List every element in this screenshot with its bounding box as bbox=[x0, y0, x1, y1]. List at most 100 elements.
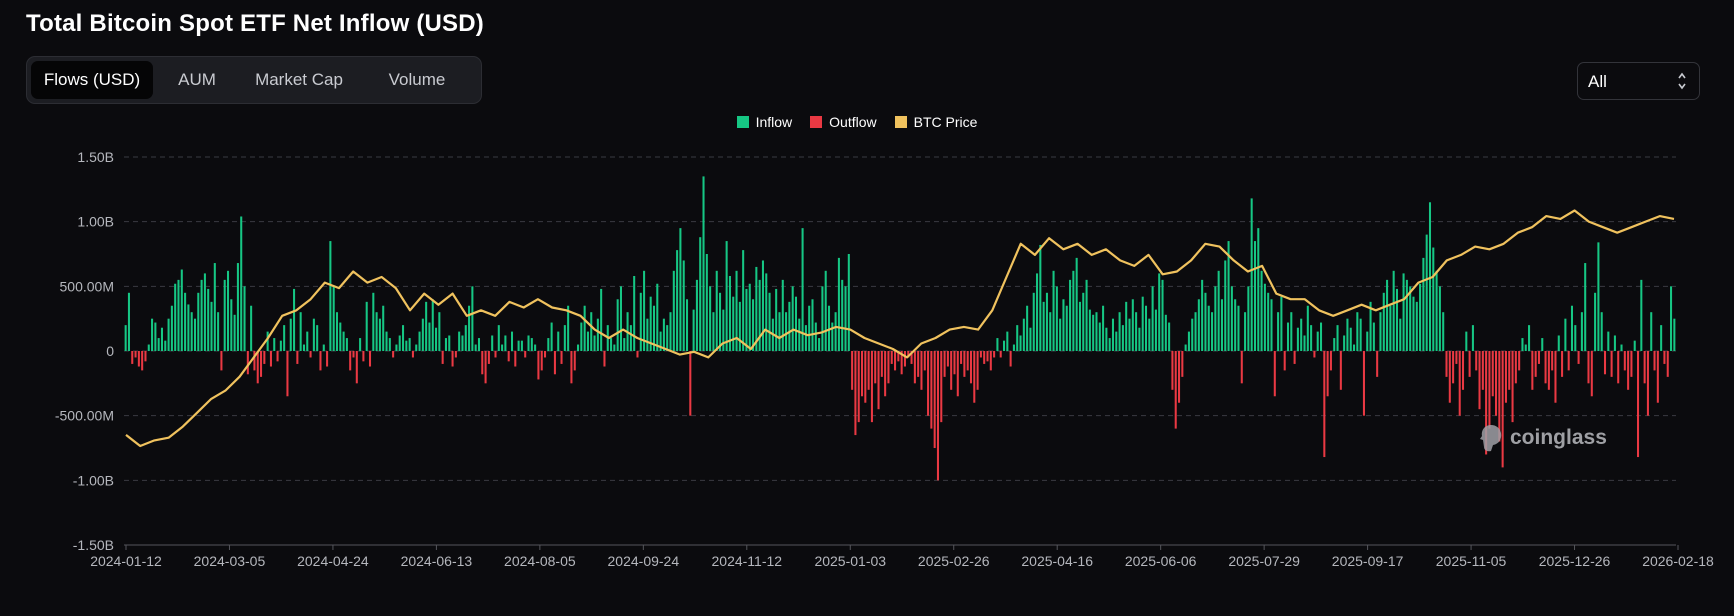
inflow-bar bbox=[415, 344, 418, 351]
inflow-bar bbox=[821, 286, 824, 351]
outflow-bar bbox=[851, 351, 854, 390]
inflow-bar bbox=[742, 250, 745, 351]
inflow-bar bbox=[666, 325, 669, 351]
inflow-bar bbox=[1306, 305, 1309, 351]
outflow-bar bbox=[1547, 351, 1550, 390]
inflow-bar bbox=[1280, 296, 1283, 351]
outflow-bar bbox=[1567, 351, 1570, 371]
inflow-bar bbox=[428, 322, 431, 351]
inflow-bar bbox=[147, 344, 150, 351]
outflow-bar bbox=[1504, 351, 1507, 403]
outflow-bar bbox=[326, 351, 329, 367]
outflow-bar bbox=[144, 351, 147, 362]
inflow-bar bbox=[682, 260, 685, 351]
inflow-bar bbox=[1650, 312, 1653, 351]
outflow-bar bbox=[296, 351, 299, 364]
x-tick-label: 2024-03-05 bbox=[194, 553, 266, 569]
inflow-bar bbox=[1346, 318, 1349, 351]
inflow-bar bbox=[1564, 318, 1567, 351]
inflow-bar bbox=[590, 312, 593, 351]
inflow-bar bbox=[306, 331, 309, 351]
inflow-bar bbox=[316, 325, 319, 351]
inflow-bar bbox=[164, 340, 167, 351]
outflow-bar bbox=[1663, 351, 1666, 364]
outflow-bar bbox=[514, 351, 517, 367]
inflow-bar bbox=[283, 325, 286, 351]
outflow-bar bbox=[933, 351, 936, 448]
inflow-bar bbox=[791, 286, 794, 351]
outflow-bar bbox=[1587, 351, 1590, 384]
inflow-bar bbox=[1131, 299, 1134, 351]
outflow-bar bbox=[943, 351, 946, 377]
x-tick-label: 2024-08-05 bbox=[504, 553, 576, 569]
outflow-bar bbox=[689, 351, 692, 416]
inflow-bar bbox=[1471, 325, 1474, 351]
outflow-bar bbox=[1273, 351, 1276, 397]
inflow-bar bbox=[167, 318, 170, 351]
inflow-bar bbox=[1359, 318, 1362, 351]
inflow-bar bbox=[510, 331, 514, 351]
outflow-bar bbox=[877, 351, 880, 410]
outflow-bar bbox=[903, 351, 906, 367]
outflow-bar bbox=[973, 351, 976, 403]
outflow-bar bbox=[1339, 351, 1342, 390]
inflow-bar bbox=[1412, 296, 1415, 351]
outflow-bar bbox=[884, 351, 887, 397]
inflow-bar bbox=[217, 312, 220, 351]
x-tick-label: 2024-04-24 bbox=[297, 553, 369, 569]
inflow-bar bbox=[1062, 299, 1065, 351]
inflow-bar bbox=[438, 312, 441, 351]
outflow-bar bbox=[1283, 351, 1286, 371]
inflow-bar bbox=[1230, 286, 1233, 351]
inflow-bar bbox=[563, 325, 566, 351]
inflow-bar bbox=[1121, 325, 1124, 351]
inflow-bar bbox=[504, 335, 507, 351]
inflow-bar bbox=[814, 322, 817, 351]
inflow-bar bbox=[798, 318, 801, 351]
inflow-bar bbox=[226, 270, 230, 351]
inflow-bar bbox=[785, 312, 788, 351]
inflow-bar bbox=[738, 301, 741, 351]
outflow-bar bbox=[986, 351, 989, 362]
outflow-bar bbox=[441, 351, 444, 364]
inflow-bar bbox=[1286, 322, 1290, 351]
outflow-bar bbox=[134, 351, 137, 358]
inflow-bar bbox=[302, 344, 305, 351]
inflow-bar bbox=[1201, 279, 1204, 351]
outflow-bar bbox=[1488, 351, 1491, 429]
inflow-bar bbox=[398, 335, 401, 351]
inflow-bar bbox=[1422, 257, 1425, 351]
outflow-bar bbox=[936, 351, 939, 481]
outflow-bar bbox=[220, 351, 223, 371]
inflow-bar bbox=[1085, 279, 1088, 351]
inflow-bar bbox=[669, 312, 672, 351]
y-tick-label: 1.50B bbox=[77, 149, 114, 165]
outflow-bar bbox=[1554, 351, 1557, 403]
inflow-bar bbox=[1016, 325, 1019, 351]
outflow-bar bbox=[507, 351, 510, 362]
inflow-bar bbox=[273, 338, 276, 351]
inflow-bar bbox=[1372, 322, 1375, 351]
outflow-bar bbox=[963, 351, 966, 377]
inflow-bar bbox=[613, 344, 616, 351]
inflow-bar bbox=[1082, 292, 1085, 351]
inflow-bar bbox=[1435, 270, 1438, 351]
inflow-bar bbox=[1125, 301, 1128, 351]
inflow-bar bbox=[1092, 314, 1095, 351]
outflow-bar bbox=[940, 351, 943, 423]
inflow-bar bbox=[190, 312, 193, 351]
inflow-bar bbox=[692, 309, 695, 351]
inflow-bar bbox=[468, 305, 471, 351]
inflow-bar bbox=[1580, 312, 1583, 351]
inflow-bar bbox=[154, 322, 157, 351]
y-tick-label: -500.00M bbox=[55, 408, 114, 424]
inflow-bar bbox=[662, 318, 665, 351]
outflow-bar bbox=[887, 351, 890, 384]
inflow-bar bbox=[1316, 331, 1319, 351]
inflow-bar bbox=[1557, 335, 1560, 351]
inflow-bar bbox=[1528, 325, 1531, 351]
x-tick-label: 2024-11-12 bbox=[712, 553, 783, 569]
inflow-bar bbox=[1161, 279, 1164, 351]
inflow-bar bbox=[1022, 318, 1025, 351]
inflow-bar bbox=[679, 228, 682, 351]
